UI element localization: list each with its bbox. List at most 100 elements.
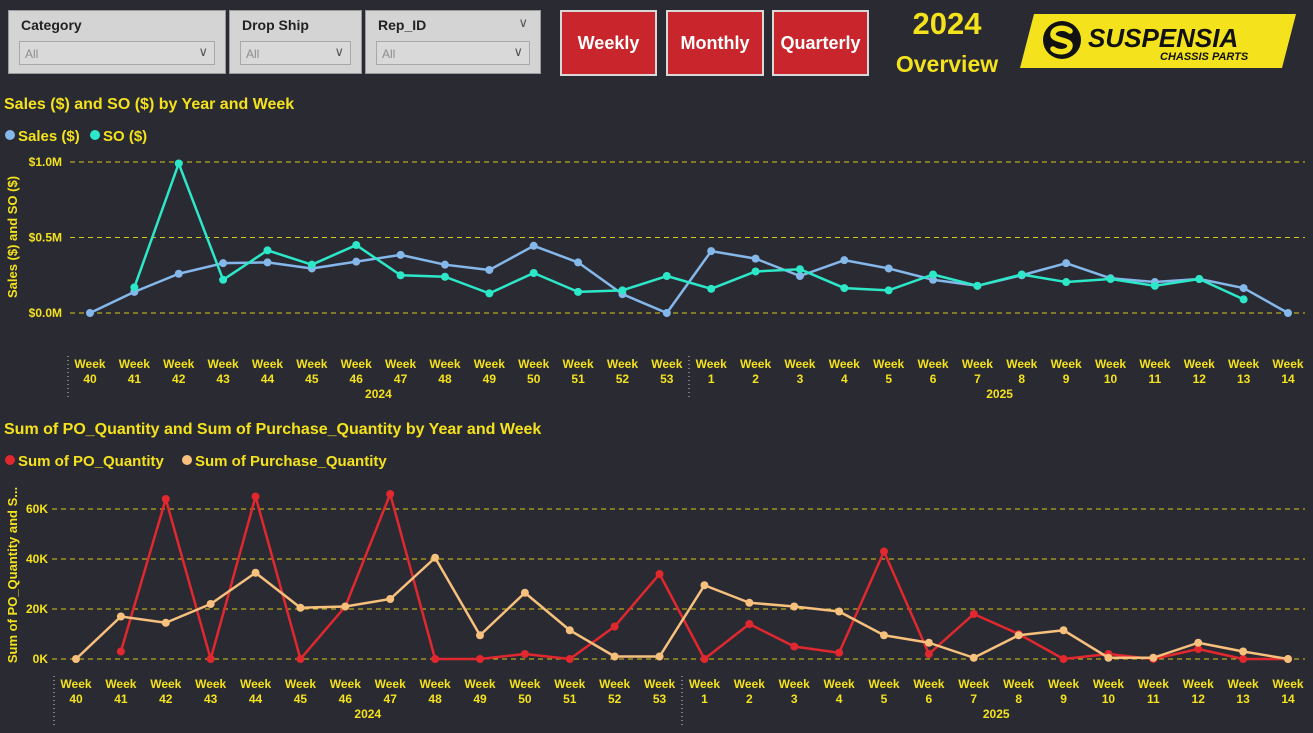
y-axis-label: Sales ($) and SO ($): [5, 176, 20, 298]
x-tick-label: Week 12: [1184, 357, 1215, 386]
monthly-button[interactable]: Monthly: [666, 10, 764, 76]
drop-ship-slicer-label: Drop Ship: [242, 17, 309, 33]
drop-ship-dropdown[interactable]: All ∨: [240, 41, 351, 65]
rep-id-dropdown[interactable]: All ∨: [376, 41, 530, 65]
data-point-sum-of-purchase-quantity: [969, 653, 978, 662]
chart-title: Sales ($) and SO ($) by Year and Week: [4, 96, 294, 113]
data-point-sum-of-purchase-quantity: [924, 638, 933, 647]
x-tick-label: Week 5: [873, 357, 904, 386]
overview-subtitle: Overview: [895, 51, 999, 77]
x-tick-label: Week 45: [285, 677, 316, 706]
x-tick-label: Week 11: [1139, 357, 1170, 386]
x-tick-label: Week 53: [651, 357, 682, 386]
quarterly-button[interactable]: Quarterly: [772, 10, 869, 76]
data-point-sum-of-po-quantity: [880, 547, 888, 556]
data-point-sum-of-po-quantity: [431, 655, 440, 663]
data-point-sum-of-purchase-quantity: [1104, 653, 1113, 662]
data-point-so: [1106, 275, 1115, 284]
legend-label-sales[interactable]: Sales ($): [18, 128, 80, 145]
x-tick-label: Week 52: [607, 357, 638, 386]
data-point-sales: [1239, 284, 1248, 293]
category-dropdown[interactable]: All ∨: [19, 41, 215, 65]
x-tick-label: Week 51: [554, 677, 585, 706]
sales-so-chart: Sales ($) and SO ($) by Year and Week Sa…: [4, 96, 1305, 400]
x-group-label: 2025: [983, 707, 1010, 721]
category-slicer[interactable]: Category All ∨: [8, 10, 226, 74]
rep-id-dropdown-value: All: [382, 47, 396, 61]
data-point-sum-of-purchase-quantity: [745, 598, 754, 607]
data-point-sum-of-purchase-quantity: [341, 602, 350, 611]
data-point-sum-of-purchase-quantity: [1059, 626, 1068, 635]
y-tick-label: $0.0M: [29, 306, 62, 320]
data-point-sales: [485, 265, 494, 274]
x-tick-label: Week 1: [696, 357, 727, 386]
data-point-so: [751, 267, 760, 276]
x-tick-label: Week 44: [252, 357, 283, 386]
data-point-sales: [751, 254, 760, 263]
data-point-sum-of-po-quantity: [296, 655, 305, 663]
x-tick-label: Week 47: [375, 677, 406, 706]
data-point-sum-of-purchase-quantity: [1194, 638, 1203, 647]
data-point-so: [485, 289, 494, 298]
x-tick-label: Week 1: [689, 677, 720, 706]
data-point-sum-of-purchase-quantity: [116, 612, 125, 621]
x-tick-label: Week 49: [474, 357, 505, 386]
data-point-sum-of-po-quantity: [700, 655, 709, 663]
plot-area: 0K 20K 40K 60K Week 40 Week 41 Week 42 Week 43 Week 4…: [26, 490, 1305, 728]
data-point-so: [440, 272, 449, 281]
data-point-sales: [529, 241, 538, 250]
year-title: 2024: [912, 6, 982, 41]
data-point-so: [352, 241, 361, 250]
legend-label-so[interactable]: SO ($): [103, 128, 147, 145]
data-point-sum-of-po-quantity: [386, 490, 395, 498]
x-tick-label: Week 46: [341, 357, 372, 386]
data-point-sales: [174, 269, 183, 278]
data-point-sum-of-purchase-quantity: [835, 607, 844, 616]
series-line-so: [133, 162, 1245, 301]
data-point-sum-of-purchase-quantity: [565, 626, 574, 635]
x-tick-label: Week 2: [740, 357, 771, 386]
x-tick-label: Week 46: [330, 677, 361, 706]
data-point-so: [707, 284, 716, 293]
x-tick-label: Week 50: [509, 677, 540, 706]
x-tick-label: Week 53: [644, 677, 675, 706]
data-point-so: [263, 246, 272, 255]
data-point-sum-of-po-quantity: [251, 492, 260, 501]
data-point-so: [795, 265, 804, 274]
data-point-sum-of-purchase-quantity: [1149, 653, 1158, 662]
data-point-sum-of-purchase-quantity: [880, 631, 888, 640]
x-tick-label: Week 6: [913, 677, 944, 706]
data-point-so: [1195, 275, 1204, 284]
data-point-sum-of-purchase-quantity: [251, 568, 260, 577]
data-point-so: [219, 275, 228, 284]
data-point-sum-of-po-quantity: [565, 655, 574, 663]
x-tick-label: Week 4: [824, 677, 855, 706]
data-point-sum-of-po-quantity: [790, 642, 799, 651]
x-tick-label: Week 41: [105, 677, 136, 706]
x-tick-label: Week 47: [385, 357, 416, 386]
data-point-so: [529, 268, 538, 277]
category-slicer-label: Category: [21, 17, 82, 33]
data-point-sales: [219, 259, 228, 268]
x-tick-label: Week 49: [464, 677, 495, 706]
weekly-button[interactable]: Weekly: [560, 10, 657, 76]
data-point-so: [884, 286, 893, 295]
rep-id-slicer[interactable]: Rep_ID ∨ All ∨: [365, 10, 541, 74]
data-point-so: [1017, 270, 1026, 279]
x-tick-label: Week 40: [60, 677, 91, 706]
legend-label-po-quantity[interactable]: Sum of PO_Quantity: [18, 453, 165, 470]
x-group-label: 2024: [354, 707, 381, 721]
legend-label-purchase-quantity[interactable]: Sum of Purchase_Quantity: [195, 453, 387, 470]
x-tick-label: Week 52: [599, 677, 630, 706]
data-point-sum-of-po-quantity: [655, 570, 664, 578]
y-tick-label: 20K: [26, 602, 48, 616]
x-tick-label: Week 50: [518, 357, 549, 386]
data-point-sum-of-po-quantity: [161, 495, 170, 503]
data-point-so: [840, 284, 849, 293]
chevron-down-icon: ∨: [198, 44, 208, 59]
chevron-down-icon[interactable]: ∨: [518, 15, 528, 31]
legend-marker-sales: [5, 130, 15, 140]
drop-ship-slicer[interactable]: Drop Ship All ∨: [229, 10, 362, 74]
x-tick-label: Week 10: [1093, 677, 1124, 706]
data-point-sales: [707, 247, 716, 256]
